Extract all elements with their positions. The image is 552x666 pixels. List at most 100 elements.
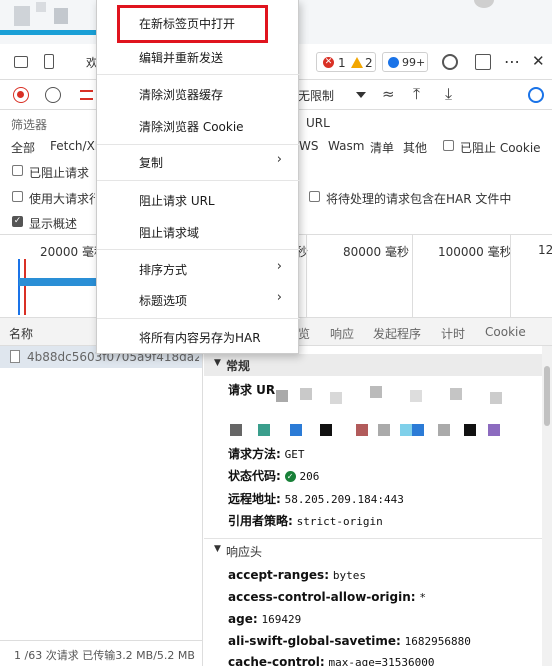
highlight-box xyxy=(117,5,268,43)
header-value: 1682956880 xyxy=(404,635,471,648)
pixelated-tab-icon xyxy=(14,6,30,26)
header-value: bytes xyxy=(332,569,366,582)
type-filter-wasm[interactable]: Wasm xyxy=(328,139,364,153)
blocked-requests-checkbox[interactable] xyxy=(12,165,23,176)
throttle-dropdown-icon[interactable] xyxy=(356,92,366,98)
header-value: max-age=31536000 xyxy=(328,656,435,666)
tab-cookie[interactable]: Cookie xyxy=(485,325,526,339)
pixelated-tab-icon xyxy=(0,30,96,35)
status-value: 206 xyxy=(299,470,320,483)
menu-separator xyxy=(97,144,300,145)
messages-counter[interactable]: 99+ xyxy=(382,52,428,72)
type-filter-all[interactable]: 全部 xyxy=(11,139,35,156)
large-rows-checkbox[interactable] xyxy=(12,191,23,202)
timeline-gridline xyxy=(306,235,307,319)
type-filter-manifest[interactable]: 清单 xyxy=(370,139,394,156)
method-row: 请求方法: GET xyxy=(228,445,305,462)
redaction-block xyxy=(450,388,462,400)
status-row: 状态代码: ✓ 206 xyxy=(228,467,319,484)
error-count: 1 xyxy=(338,56,346,70)
overview-checkbox[interactable]: ✓ xyxy=(12,216,23,227)
submenu-arrow-icon: › xyxy=(276,152,282,167)
more-options-icon[interactable]: ⋯ xyxy=(504,52,520,71)
redaction-block xyxy=(370,386,382,398)
settings-gear-icon[interactable] xyxy=(442,54,458,70)
response-header-row: age: 169429 xyxy=(228,612,301,626)
customize-icon[interactable] xyxy=(475,54,491,70)
request-list: 4b88dc5603f0705a9f418da27... xyxy=(0,346,203,640)
redaction-block xyxy=(276,390,288,402)
menu-item-clear-cache[interactable]: 清除浏览器缓存 xyxy=(97,79,300,109)
download-icon[interactable]: ⤓ xyxy=(445,84,452,104)
redaction-block xyxy=(300,388,312,400)
har-pending-checkbox[interactable] xyxy=(309,191,320,202)
timeline-marker-blue xyxy=(18,259,20,315)
menu-item-header-options[interactable]: 标题选项 › xyxy=(97,285,300,315)
filter-icon[interactable] xyxy=(80,90,93,100)
network-settings-gear-icon[interactable] xyxy=(528,87,544,103)
redacted-url xyxy=(270,384,510,424)
tab-initiator[interactable]: 发起程序 xyxy=(373,325,421,342)
menu-item-edit-resend[interactable]: 编辑并重新发送 xyxy=(97,42,300,72)
header-name: ali-swift-global-savetime: xyxy=(228,634,401,648)
redaction-block xyxy=(230,424,242,436)
request-url-label: 请求 UR xyxy=(228,383,276,397)
status-bar-text: 1 /63 次请求 已传输3.2 MB/5.2 MB xyxy=(14,649,195,662)
menu-item-block-domain[interactable]: 阻止请求域 xyxy=(97,217,300,247)
menu-separator xyxy=(97,249,300,250)
general-section-header[interactable]: ▼ 常规 xyxy=(204,354,542,376)
throttle-select[interactable]: 无限制 xyxy=(298,87,334,104)
clear-icon[interactable] xyxy=(45,87,61,103)
redaction-block xyxy=(400,424,412,436)
upload-icon[interactable]: ⤒ xyxy=(413,84,420,104)
message-icon xyxy=(388,57,399,68)
menu-item-save-har[interactable]: 将所有内容另存为HAR xyxy=(97,322,300,352)
blocked-cookie-checkbox[interactable] xyxy=(443,140,454,151)
menu-item-copy[interactable]: 复制 › xyxy=(97,147,300,177)
response-headers-section-header[interactable]: ▼ 响应头 xyxy=(204,538,542,560)
submenu-arrow-icon: › xyxy=(276,259,282,274)
inspect-element-icon[interactable] xyxy=(14,56,28,68)
tab-timing[interactable]: 计时 xyxy=(441,325,465,342)
wifi-icon[interactable]: ≈ xyxy=(382,85,395,103)
response-header-row: accept-ranges: bytes xyxy=(228,568,366,582)
timeline-gridline xyxy=(412,235,413,319)
record-icon[interactable] xyxy=(13,87,29,103)
header-name: access-control-allow-origin: xyxy=(228,590,416,604)
menu-item-sort-by[interactable]: 排序方式 › xyxy=(97,254,300,284)
timeline-request-bar xyxy=(19,278,99,286)
device-toolbar-icon[interactable] xyxy=(44,54,54,69)
name-column-header[interactable]: 名称 xyxy=(9,325,33,342)
tab-response[interactable]: 响应 xyxy=(330,325,354,342)
redaction-block xyxy=(490,392,502,404)
method-value: GET xyxy=(284,448,305,461)
menu-item-clear-cookies[interactable]: 清除浏览器 Cookie xyxy=(97,111,300,141)
referrer-row-clip: 引用者策略: strict-origin xyxy=(228,511,526,529)
type-filter-other[interactable]: 其他 xyxy=(403,139,427,156)
filter-label: 筛选器 xyxy=(11,118,48,132)
scrollbar-thumb[interactable] xyxy=(544,366,550,426)
status-bar: 1 /63 次请求 已传输3.2 MB/5.2 MB xyxy=(0,640,203,666)
detail-scrollbar[interactable] xyxy=(542,346,552,666)
profile-avatar[interactable] xyxy=(474,0,494,8)
type-filter-ws[interactable]: WS xyxy=(299,139,318,153)
header-value: * xyxy=(419,591,427,604)
collapse-triangle-icon: ▼ xyxy=(214,544,221,554)
file-icon xyxy=(10,350,20,363)
timeline-tick-label: 12 xyxy=(538,243,552,257)
error-counter[interactable]: ✕ 1 2 xyxy=(316,52,376,72)
menu-separator xyxy=(97,74,300,75)
header-name: accept-ranges: xyxy=(228,568,329,582)
submenu-arrow-icon: › xyxy=(276,290,282,305)
timeline-marker-red xyxy=(24,259,26,315)
timeline-gridline xyxy=(510,235,511,319)
large-rows-label: 使用大请求行 xyxy=(29,192,95,205)
filter-url-label: URL xyxy=(306,116,330,130)
menu-item-label: 阻止请求域 xyxy=(139,226,200,240)
header-name: age: xyxy=(228,612,258,626)
response-headers-title: 响应头 xyxy=(226,545,263,559)
redaction-block xyxy=(410,390,422,402)
menu-item-block-url[interactable]: 阻止请求 URL xyxy=(97,185,300,215)
close-devtools-icon[interactable]: ✕ xyxy=(532,52,545,70)
menu-separator xyxy=(97,318,300,319)
